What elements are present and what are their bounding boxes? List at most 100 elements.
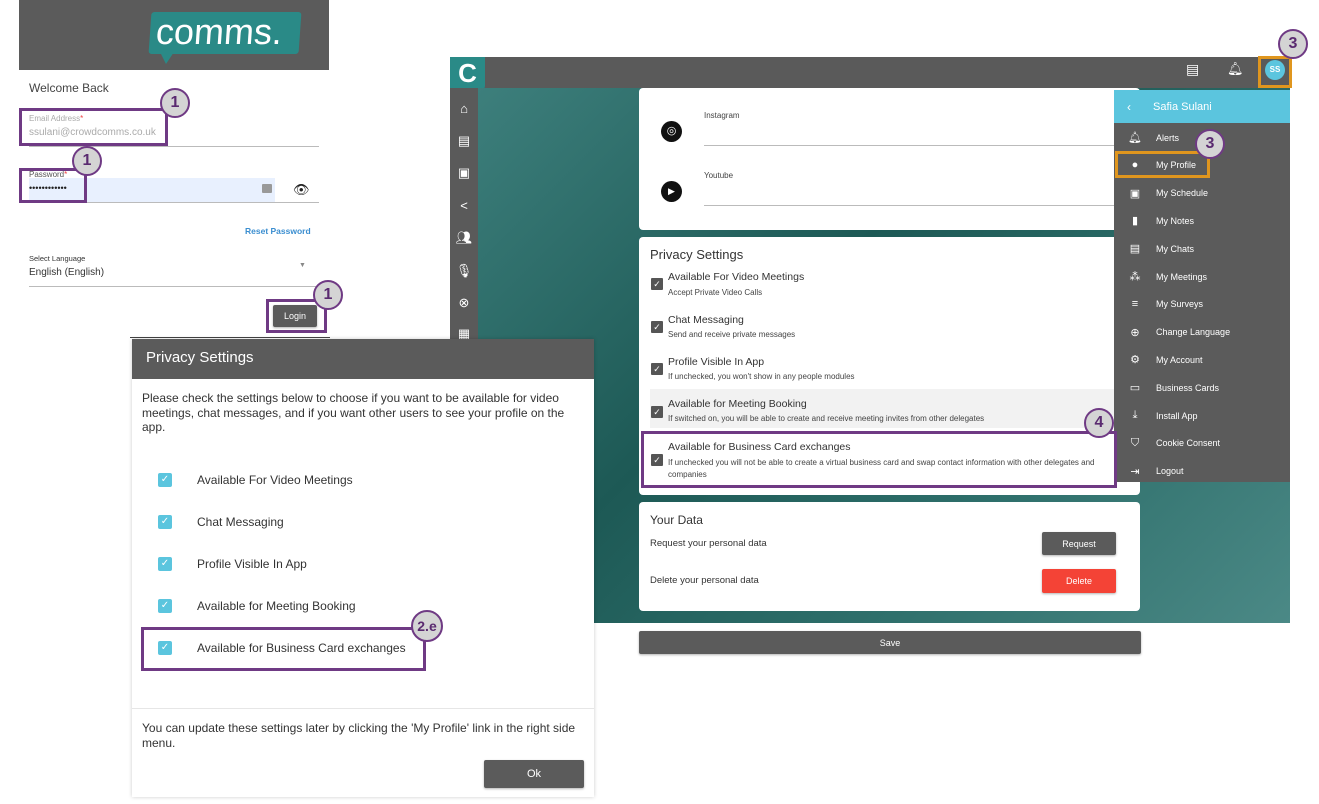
language-select[interactable]: English (English) xyxy=(29,267,104,278)
privacy-item-subtitle: Accept Private Video Calls xyxy=(668,288,763,297)
annotation-box-business-card xyxy=(641,431,1117,488)
checkbox[interactable]: ✓ xyxy=(651,363,663,375)
shield-icon: ⛉ xyxy=(1130,436,1140,449)
card-icon: ▭ xyxy=(1129,382,1141,395)
annotation-callout: 1 xyxy=(72,146,102,176)
group-icon: ⁂ xyxy=(1129,271,1141,283)
dialog-title: Privacy Settings xyxy=(132,339,594,379)
drawer-item-label: Cookie Consent xyxy=(1156,438,1221,449)
annotation-box-my-profile xyxy=(1115,151,1210,178)
drawer-item-label: Logout xyxy=(1156,466,1184,477)
left-rail: ⌂ ▤ ▣ < 👥︎ 🎙︎ ⊗ ▦ xyxy=(450,88,478,341)
drawer-item-label: My Account xyxy=(1156,354,1203,365)
drawer-item-label: My Notes xyxy=(1156,215,1195,226)
drawer-item-logout[interactable]: ⇥ Logout xyxy=(1114,458,1290,485)
drawer-item-my-meetings[interactable]: ⁂ My Meetings xyxy=(1114,263,1290,290)
home-icon[interactable]: ⌂ xyxy=(450,101,478,116)
drawer-item-cookie-consent[interactable]: ⛉ Cookie Consent xyxy=(1114,430,1290,457)
request-button[interactable]: Request xyxy=(1042,532,1116,555)
gear-icon: ⚙︎ xyxy=(1130,354,1140,367)
chat-icon[interactable]: ▤ xyxy=(1186,61,1199,78)
privacy-item-subtitle: Send and receive private messages xyxy=(668,330,796,339)
delete-data-label: Delete your personal data xyxy=(650,575,759,586)
chevron-down-icon[interactable]: ▼ xyxy=(299,262,306,269)
drawer-item-my-notes[interactable]: ▮ My Notes xyxy=(1114,207,1290,234)
annotation-callout: 2.e xyxy=(411,610,443,642)
drawer-item-my-schedule[interactable]: ▣ My Schedule xyxy=(1114,180,1290,207)
drawer-item-label: Business Cards xyxy=(1156,382,1220,393)
reset-password-link[interactable]: Reset Password xyxy=(245,226,311,236)
annotation-callout: 3 xyxy=(1278,29,1308,59)
your-data-card: Your Data Request your personal data Req… xyxy=(639,502,1140,611)
drawer-header: ‹ Safia Sulani xyxy=(1114,90,1290,123)
checkbox[interactable]: ✓ xyxy=(651,321,663,333)
checkbox[interactable]: ✓ xyxy=(651,406,663,418)
calendar-icon[interactable]: ▣ xyxy=(450,165,478,181)
dialog-item-label: Profile Visible In App xyxy=(197,557,307,571)
list-icon: ≡ xyxy=(1131,298,1139,311)
drawer-item-label: My Chats xyxy=(1156,243,1195,254)
microphone-icon[interactable]: 🎙︎ xyxy=(450,263,478,279)
privacy-item-title: Available For Video Meetings xyxy=(668,271,805,283)
checkbox[interactable]: ✓ xyxy=(158,473,172,487)
agenda-icon[interactable]: ▤ xyxy=(450,133,478,149)
top-bar xyxy=(450,57,1290,88)
annotation-callout: 1 xyxy=(313,280,343,310)
bookmark-icon: ▮ xyxy=(1131,215,1139,228)
save-button[interactable]: Save xyxy=(639,631,1141,654)
dialog-divider xyxy=(132,708,594,709)
drawer-item-my-surveys[interactable]: ≡ My Surveys xyxy=(1114,291,1290,318)
annotation-callout: 4 xyxy=(1084,408,1114,438)
drawer-item-business-cards[interactable]: ▭ Business Cards xyxy=(1114,374,1290,401)
share-icon[interactable]: < xyxy=(450,198,478,213)
globe-icon: ⊕ xyxy=(1130,326,1140,339)
drawer-item-label: Install App xyxy=(1156,410,1198,421)
checkbox[interactable]: ✓ xyxy=(158,557,172,571)
checkbox[interactable]: ✓ xyxy=(158,515,172,529)
dialog-item-label: Available for Meeting Booking xyxy=(197,599,356,613)
instagram-input[interactable] xyxy=(704,145,1140,146)
instagram-label: Instagram xyxy=(704,111,740,120)
drawer-user-name: Safia Sulani xyxy=(1153,100,1212,113)
youtube-icon: ▶ xyxy=(661,181,682,202)
privacy-item-title: Available for Meeting Booking xyxy=(668,398,807,410)
privacy-item-title: Profile Visible In App xyxy=(668,356,765,368)
eye-icon[interactable]: 👁 xyxy=(293,182,310,198)
drawer-item-install-app[interactable]: ⤓ Install App xyxy=(1114,402,1290,429)
language-underline xyxy=(29,286,319,287)
delete-button[interactable]: Delete xyxy=(1042,569,1116,593)
ok-button[interactable]: Ok xyxy=(484,760,584,788)
checkbox[interactable]: ✓ xyxy=(158,599,172,613)
youtube-label: Youtube xyxy=(704,171,734,180)
drawer-item-label: Alerts xyxy=(1156,132,1180,143)
checkbox[interactable]: ✓ xyxy=(651,278,663,290)
request-data-label: Request your personal data xyxy=(650,538,767,549)
welcome-heading: Welcome Back xyxy=(29,81,109,95)
social-card: ◎ Instagram ▶ Youtube xyxy=(639,88,1140,230)
chat-icon: ▤ xyxy=(1129,243,1141,256)
annotation-box-password xyxy=(19,168,87,203)
chevron-left-icon[interactable]: ‹ xyxy=(1114,100,1144,114)
drawer-item-label: My Meetings xyxy=(1156,271,1208,282)
app-logo[interactable]: C xyxy=(450,57,485,90)
dialog-intro: Please check the settings below to choos… xyxy=(142,391,565,434)
download-icon: ⤓ xyxy=(1132,409,1138,421)
drawer-item-my-chats[interactable]: ▤ My Chats xyxy=(1114,235,1290,262)
drawer-item-label: My Surveys xyxy=(1156,299,1204,310)
annotation-callout: 3 xyxy=(1195,129,1225,159)
annotation-callout: 1 xyxy=(160,88,190,118)
bell-icon[interactable]: 🔔︎ xyxy=(1227,61,1244,77)
people-icon[interactable]: 👥︎ xyxy=(450,230,478,246)
annotation-box-business-card-dialog xyxy=(141,627,426,671)
divider xyxy=(130,337,330,338)
email-underline xyxy=(29,146,319,147)
bell-icon: 🔔︎ xyxy=(1128,132,1142,144)
drawer-item-change-language[interactable]: ⊕ Change Language xyxy=(1114,319,1290,346)
dialog-item-label: Chat Messaging xyxy=(197,515,284,529)
youtube-input[interactable] xyxy=(704,205,1140,206)
cancel-icon[interactable]: ⊗ xyxy=(450,295,478,311)
password-manager-icon[interactable] xyxy=(262,184,272,193)
drawer-item-my-account[interactable]: ⚙︎ My Account xyxy=(1114,346,1290,373)
privacy-item-subtitle: If unchecked, you won't show in any peop… xyxy=(668,372,855,381)
comms-logo: comms. xyxy=(148,11,302,54)
